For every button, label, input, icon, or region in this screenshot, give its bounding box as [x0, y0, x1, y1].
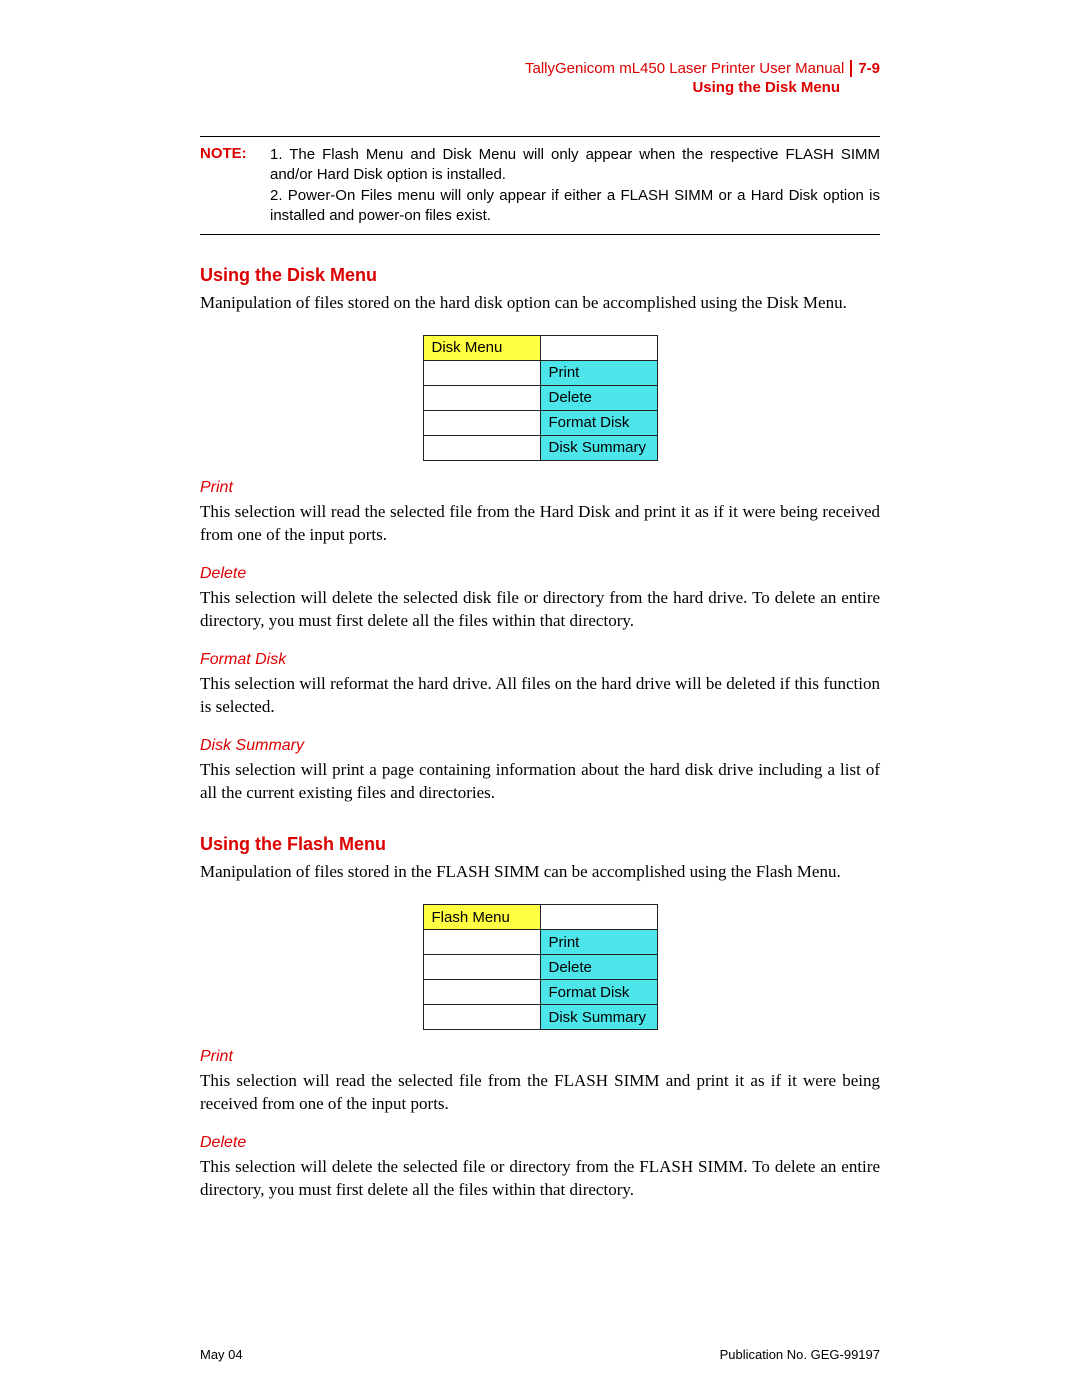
footer-date: May 04	[200, 1347, 243, 1362]
note-text: 1. The Flash Menu and Disk Menu will onl…	[270, 145, 880, 226]
disk-format-title: Format Disk	[200, 651, 880, 669]
note-callout: NOTE: 1. The Flash Menu and Disk Menu wi…	[200, 136, 880, 235]
empty-cell	[423, 385, 540, 410]
disk-format-text: This selection will reformat the hard dr…	[200, 673, 880, 719]
disk-option-summary: Disk Summary	[540, 435, 657, 460]
flash-delete-title: Delete	[200, 1134, 880, 1152]
flash-menu-table: Flash Menu Print Delete Format Disk Disk…	[423, 904, 658, 1030]
page-number: 7-9	[850, 60, 880, 77]
disk-delete-text: This selection will delete the selected …	[200, 587, 880, 633]
empty-cell	[423, 360, 540, 385]
header-title: TallyGenicom mL450 Laser Printer User Ma…	[525, 60, 844, 77]
flash-option-summary: Disk Summary	[540, 1005, 657, 1030]
disk-print-text: This selection will read the selected fi…	[200, 501, 880, 547]
disk-intro-text: Manipulation of files stored on the hard…	[200, 292, 880, 315]
note-label: NOTE:	[200, 145, 270, 226]
disk-print-title: Print	[200, 479, 880, 497]
empty-cell	[423, 1005, 540, 1030]
note-line1: 1. The Flash Menu and Disk Menu will onl…	[270, 146, 880, 183]
disk-summary-title: Disk Summary	[200, 737, 880, 755]
section-title-flash: Using the Flash Menu	[200, 834, 880, 855]
disk-menu-table: Disk Menu Print Delete Format Disk Disk …	[423, 335, 658, 461]
flash-menu-label: Flash Menu	[423, 905, 540, 930]
empty-cell	[540, 335, 657, 360]
flash-print-title: Print	[200, 1048, 880, 1066]
flash-delete-text: This selection will delete the selected …	[200, 1156, 880, 1202]
flash-intro-text: Manipulation of files stored in the FLAS…	[200, 861, 880, 884]
note-line2: 2. Power-On Files menu will only appear …	[270, 187, 880, 224]
flash-option-print: Print	[540, 930, 657, 955]
empty-cell	[423, 930, 540, 955]
flash-print-text: This selection will read the selected fi…	[200, 1070, 880, 1116]
empty-cell	[423, 980, 540, 1005]
page-header: TallyGenicom mL450 Laser Printer User Ma…	[200, 60, 880, 96]
disk-menu-label: Disk Menu	[423, 335, 540, 360]
flash-option-delete: Delete	[540, 955, 657, 980]
disk-option-print: Print	[540, 360, 657, 385]
header-subtitle: Using the Disk Menu	[200, 79, 880, 96]
disk-delete-title: Delete	[200, 565, 880, 583]
empty-cell	[423, 410, 540, 435]
empty-cell	[540, 905, 657, 930]
empty-cell	[423, 435, 540, 460]
empty-cell	[423, 955, 540, 980]
page-footer: May 04 Publication No. GEG-99197	[200, 1347, 880, 1362]
section-title-disk: Using the Disk Menu	[200, 265, 880, 286]
disk-option-delete: Delete	[540, 385, 657, 410]
flash-option-format: Format Disk	[540, 980, 657, 1005]
footer-pubno: Publication No. GEG-99197	[720, 1347, 880, 1362]
disk-option-format: Format Disk	[540, 410, 657, 435]
disk-summary-text: This selection will print a page contain…	[200, 759, 880, 805]
